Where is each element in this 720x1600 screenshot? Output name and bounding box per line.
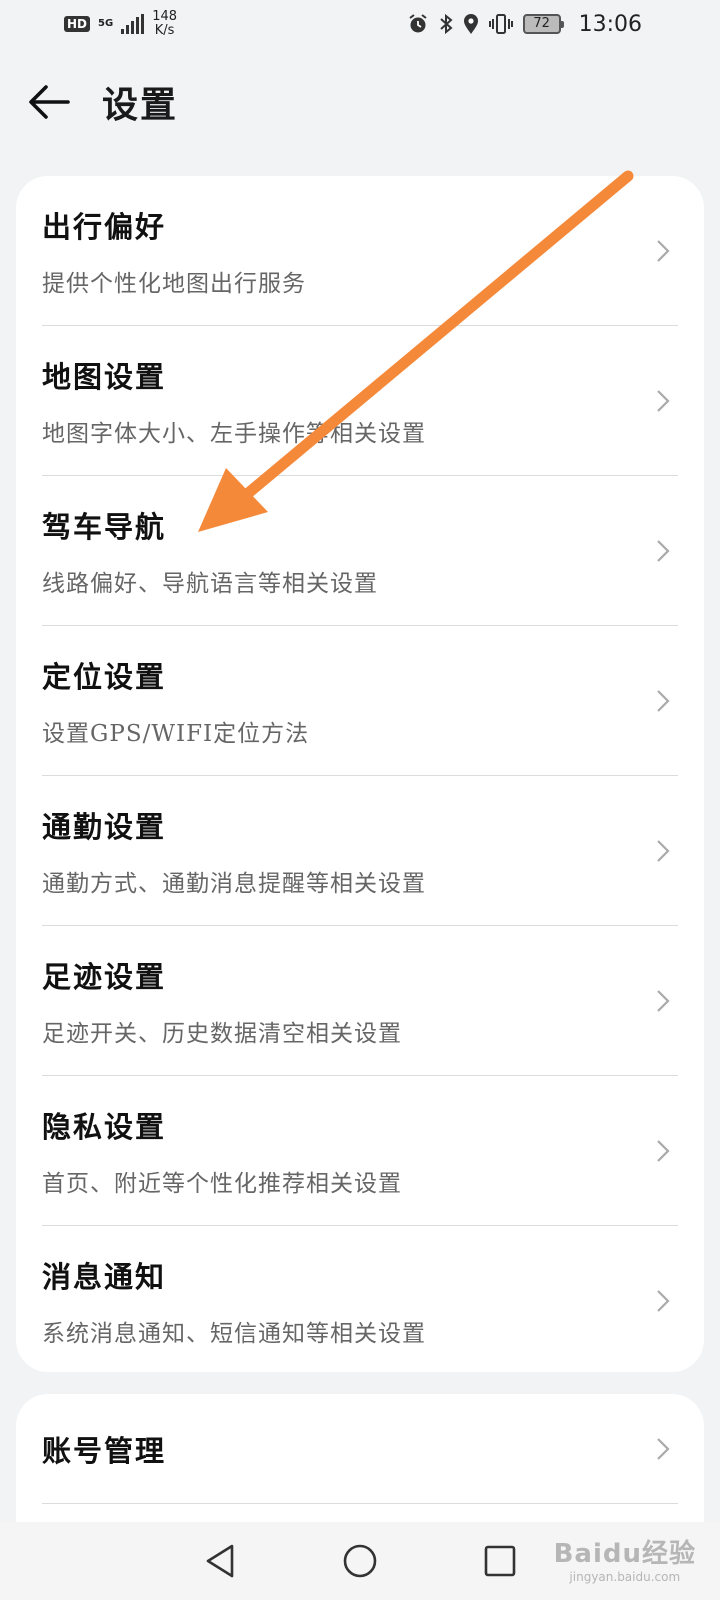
- back-button[interactable]: [28, 82, 72, 122]
- settings-item-subtitle: 地图字体大小、左手操作等相关设置: [42, 421, 426, 447]
- bluetooth-icon: [439, 13, 453, 35]
- settings-item-privacy-settings[interactable]: 隐私设置 首页、附近等个性化推荐相关设置: [16, 1076, 704, 1226]
- location-icon: [463, 14, 478, 34]
- alarm-icon: [408, 14, 427, 33]
- settings-item-title: 账号管理: [42, 1434, 167, 1468]
- settings-item-message-notifications[interactable]: 消息通知 系统消息通知、短信通知等相关设置: [16, 1226, 704, 1372]
- settings-item-subtitle: 足迹开关、历史数据清空相关设置: [42, 1021, 402, 1047]
- square-recents-icon: [484, 1545, 516, 1577]
- chevron-right-icon: [657, 1140, 670, 1162]
- battery-icon: 72: [522, 14, 564, 34]
- settings-item-title: 隐私设置: [42, 1110, 167, 1144]
- status-left: HD 5G 148 K/s: [64, 10, 177, 38]
- speed-unit: K/s: [154, 23, 175, 38]
- nav-recents-button[interactable]: [480, 1541, 520, 1581]
- triangle-back-icon: [206, 1544, 234, 1578]
- circle-home-icon: [343, 1544, 377, 1578]
- nav-home-button[interactable]: [340, 1541, 380, 1581]
- watermark-text: Baidu经验: [553, 1539, 696, 1569]
- title-bar: 设置: [0, 64, 720, 140]
- settings-item-title: 足迹设置: [42, 960, 167, 994]
- status-right: 72 13:06: [407, 12, 642, 37]
- settings-item-account-management[interactable]: 账号管理: [16, 1394, 704, 1504]
- settings-item-commute-settings[interactable]: 通勤设置 通勤方式、通勤消息提醒等相关设置: [16, 776, 704, 926]
- chevron-right-icon: [657, 990, 670, 1012]
- chevron-right-icon: [657, 840, 670, 862]
- clock: 13:06: [578, 11, 642, 37]
- speed-value: 148: [152, 9, 178, 24]
- chevron-right-icon: [657, 1290, 670, 1312]
- settings-group: 出行偏好 提供个性化地图出行服务 地图设置 地图字体大小、左手操作等相关设置 驾…: [16, 176, 704, 1372]
- settings-item-subtitle: 系统消息通知、短信通知等相关设置: [42, 1321, 426, 1347]
- hd-badge: HD: [64, 16, 91, 32]
- chevron-right-icon: [657, 390, 670, 412]
- settings-item-driving-navigation[interactable]: 驾车导航 线路偏好、导航语言等相关设置: [16, 476, 704, 626]
- settings-item-title: 定位设置: [42, 660, 167, 694]
- settings-item-title: 消息通知: [42, 1260, 167, 1294]
- chevron-right-icon: [657, 690, 670, 712]
- network-speed: 148 K/s: [152, 10, 177, 38]
- settings-item-subtitle: 设置GPS/WIFI定位方法: [42, 721, 310, 747]
- settings-item-title: 出行偏好: [42, 210, 167, 244]
- settings-item-subtitle: 线路偏好、导航语言等相关设置: [42, 571, 378, 597]
- chevron-right-icon: [657, 1438, 670, 1460]
- vibrate-icon: [488, 14, 513, 34]
- back-arrow-icon: [29, 85, 70, 119]
- settings-item-subtitle: 通勤方式、通勤消息提醒等相关设置: [42, 871, 426, 897]
- watermark-url: jingyan.baidu.com: [569, 1570, 681, 1584]
- settings-item-map-settings[interactable]: 地图设置 地图字体大小、左手操作等相关设置: [16, 326, 704, 476]
- settings-item-title: 地图设置: [42, 360, 167, 394]
- chevron-right-icon: [657, 240, 670, 262]
- nav-back-button[interactable]: [200, 1541, 240, 1581]
- settings-item-subtitle: 提供个性化地图出行服务: [42, 271, 306, 297]
- page-title: 设置: [102, 84, 179, 126]
- watermark-logo: Baidu经验 jingyan.baidu.com: [554, 1533, 696, 1584]
- settings-item-footprint-settings[interactable]: 足迹设置 足迹开关、历史数据清空相关设置: [16, 926, 704, 1076]
- status-bar: HD 5G 148 K/s 72 13:06: [0, 0, 720, 48]
- settings-item-title: 驾车导航: [42, 510, 167, 544]
- chevron-right-icon: [657, 540, 670, 562]
- settings-item-travel-preference[interactable]: 出行偏好 提供个性化地图出行服务: [16, 176, 704, 326]
- signal-icon: [121, 14, 145, 34]
- settings-item-title: 通勤设置: [42, 810, 167, 844]
- settings-item-location-settings[interactable]: 定位设置 设置GPS/WIFI定位方法: [16, 626, 704, 776]
- network-type: 5G: [98, 18, 114, 29]
- settings-item-subtitle: 首页、附近等个性化推荐相关设置: [42, 1171, 402, 1197]
